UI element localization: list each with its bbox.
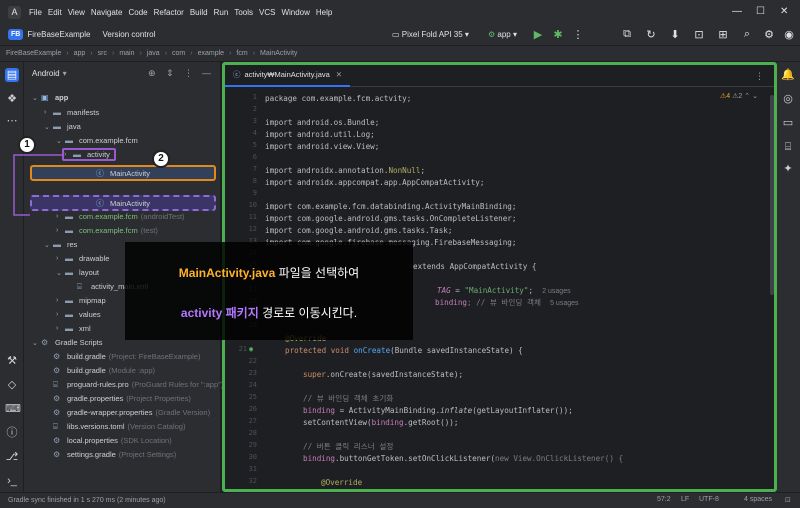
code-line: setContentView(binding.getRoot()); [303, 418, 459, 427]
indent-setting[interactable]: 4 spaces [744, 496, 772, 503]
file-encoding[interactable]: UTF-8 [699, 496, 719, 503]
code-line: import android.util.Log; [265, 130, 375, 139]
java-class-icon: ⓒ [233, 70, 241, 79]
line-number: 7 [252, 165, 257, 173]
line-number: 27 [248, 417, 257, 425]
notifications-icon[interactable]: 🔔 [781, 68, 795, 82]
code-line: import com.google.android.gms.tasks.OnCo… [265, 214, 517, 223]
line-number: 26 [248, 405, 257, 413]
instruction-line-1: MainActivity.java 파일을 선택하여 [178, 266, 360, 280]
line-number: 21 [238, 345, 247, 353]
line-separator[interactable]: LF [681, 496, 689, 503]
line-number: 23 [248, 369, 257, 377]
line-number: 10 [248, 201, 257, 209]
code-line: // 뷰 바인딩 객체 초기화 [303, 394, 394, 403]
code-line: super.onCreate(savedInstanceState); [303, 370, 464, 379]
line-number: 12 [248, 225, 257, 233]
line-number: 1 [252, 93, 257, 101]
line-number: 31 [248, 465, 257, 473]
code-line: import androidx.annotation.NonNull; [265, 166, 426, 175]
code-line: import androidx.appcompat.app.AppCompatA… [265, 178, 485, 187]
code-line: binding.buttonGetToken.setOnClickListene… [303, 454, 624, 463]
code-line: import android.view.View; [265, 142, 380, 151]
code-line: package com.example.fcm.actvity; [265, 94, 412, 103]
lock-icon[interactable]: ⊡ [785, 496, 791, 504]
device-explorer-icon[interactable]: ⌸ [781, 140, 795, 154]
editor-options-icon[interactable]: ⋮ [755, 71, 764, 82]
line-number: 30 [248, 453, 257, 461]
instruction-overlay: MainActivity.java 파일을 선택하여 activity 패키지 … [125, 242, 413, 340]
line-number: 3 [252, 117, 257, 125]
step-badge-2: 2 [152, 150, 170, 168]
code-line: binding = ActivityMainBinding.inflate(ge… [303, 406, 573, 415]
running-devices-icon[interactable]: ▭ [781, 116, 795, 130]
line-number: 11 [248, 213, 257, 221]
code-line: import android.os.Bundle; [265, 118, 380, 127]
line-number: 2 [252, 105, 257, 113]
instruction-line-2: activity 패키지 경로로 이동시킨다. [180, 306, 358, 320]
editor-tab[interactable]: ⓒ activity₩MainActivity.java ✕ [225, 65, 351, 87]
override-gutter-icon[interactable]: ◉ [249, 345, 253, 353]
code-line: TAG = "MainActivity"; 2 usages [437, 286, 571, 295]
cursor-position[interactable]: 57:2 [657, 496, 671, 503]
code-line: binding; // 뷰 바인딩 객체 5 usages [435, 298, 579, 307]
status-bar: Gradle sync finished in 1 s 270 ms (2 mi… [0, 492, 800, 508]
right-tool-strip: 🔔 ◎ ▭ ⌸ ✦ [777, 62, 800, 492]
code-line: @Override [321, 478, 363, 487]
line-number: 8 [252, 177, 257, 185]
editor-tab-label: activity₩MainActivity.java [244, 70, 330, 79]
code-line: import com.example.fcm.databinding.Activ… [265, 202, 517, 211]
line-number: 32 [248, 477, 257, 485]
line-number: 4 [252, 129, 257, 137]
gradle-icon[interactable]: ◎ [781, 92, 795, 106]
code-line: import com.google.android.gms.tasks.Task… [265, 226, 453, 235]
gemini-icon[interactable]: ✦ [781, 162, 795, 176]
line-number: 24 [248, 381, 257, 389]
code-line: protected void onCreate(Bundle savedInst… [285, 346, 523, 355]
line-number: 5 [252, 141, 257, 149]
code-line: extends AppCompatActivity { [413, 262, 537, 271]
line-number: 22 [248, 357, 257, 365]
code-line: // 버튼 클릭 리스너 설정 [303, 442, 394, 451]
tab-close-icon[interactable]: ✕ [336, 70, 342, 79]
line-number: 25 [248, 393, 257, 401]
line-number: 6 [252, 153, 257, 161]
step-badge-1: 1 [18, 136, 36, 154]
line-number: 28 [248, 429, 257, 437]
editor-scrollbar[interactable] [770, 95, 774, 295]
line-number: 29 [248, 441, 257, 449]
editor-tab-row: ⓒ activity₩MainActivity.java ✕ ⋮ [225, 65, 774, 87]
line-number: 9 [252, 189, 257, 197]
status-message[interactable]: Gradle sync finished in 1 s 270 ms (2 mi… [8, 497, 166, 504]
